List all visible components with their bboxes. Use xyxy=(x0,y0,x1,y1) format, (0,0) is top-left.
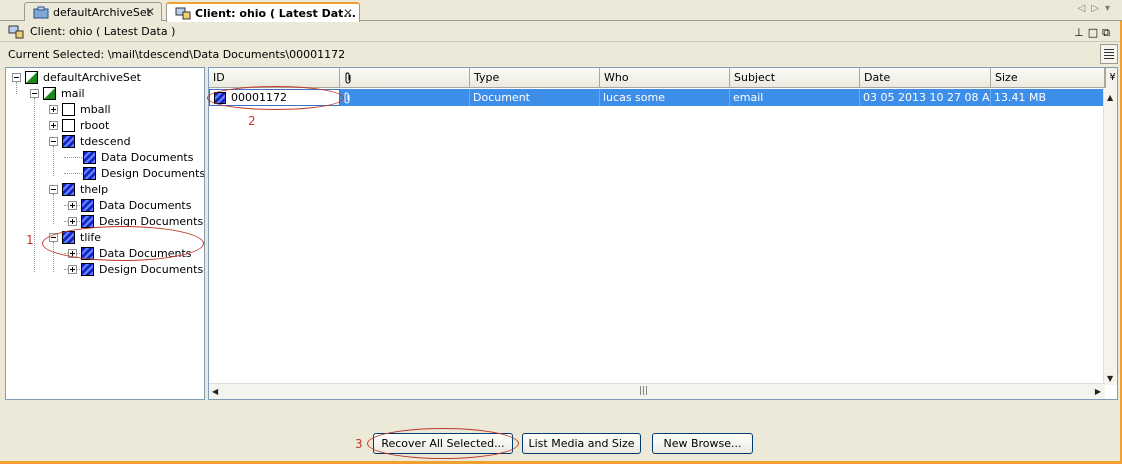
close-icon[interactable]: ✕ xyxy=(343,6,353,20)
column-header-id[interactable]: ID xyxy=(209,68,340,88)
expand-icon[interactable] xyxy=(68,200,77,210)
horizontal-scrollbar[interactable]: ◀ ||| ▶ xyxy=(209,383,1105,399)
tree-item-label: Design Documents xyxy=(99,262,204,276)
collapse-icon[interactable] xyxy=(49,184,58,194)
tree-item-label: mail xyxy=(61,86,85,100)
mail-folder-icon xyxy=(43,86,56,100)
cell-date: 03 05 2013 10 27 08 AM xyxy=(860,89,991,106)
mailbox-icon xyxy=(62,118,75,132)
collapse-icon[interactable] xyxy=(30,88,39,98)
expand-icon[interactable] xyxy=(68,264,77,274)
expand-icon[interactable] xyxy=(49,120,58,130)
chevron-right-icon[interactable]: ▷ xyxy=(1091,3,1105,14)
document-folder-icon xyxy=(83,166,96,180)
messages-table: ID Type Who Subject Date Size ¥ 00001172… xyxy=(208,67,1118,400)
tab-label: Client: ohio ( Latest Dat... xyxy=(195,6,356,20)
cell-who: lucas some xyxy=(600,89,730,106)
pin-icon[interactable]: ⊥ xyxy=(1074,26,1088,39)
menu-icon[interactable] xyxy=(1100,44,1118,64)
tree-item-default-archive-set[interactable]: defaultArchiveSet xyxy=(12,69,141,85)
tab-default-archive-set[interactable]: defaultArchiveSet ✕ xyxy=(24,2,162,21)
cell-attachment xyxy=(340,89,470,106)
tree-item-label: thelp xyxy=(80,182,109,196)
column-chooser-icon[interactable]: ¥ xyxy=(1105,68,1117,88)
window-controls: ⊥□⧉ xyxy=(1074,26,1114,40)
cell-size: 13.41 MB xyxy=(994,91,1047,104)
scroll-right-icon[interactable]: ▶ xyxy=(1095,387,1101,396)
table-header: ID Type Who Subject Date Size ¥ xyxy=(209,68,1117,88)
column-header-type[interactable]: Type xyxy=(470,68,600,88)
document-folder-icon xyxy=(81,198,94,212)
paperclip-icon xyxy=(344,71,353,84)
scroll-up-icon[interactable]: ▲ xyxy=(1107,93,1113,102)
tree-item-label: rboot xyxy=(80,118,110,132)
tab-list-icon[interactable]: ▾ xyxy=(1105,3,1116,14)
tree-item-mail[interactable]: mail xyxy=(30,85,85,101)
annotation-oval-2 xyxy=(207,86,344,110)
column-header-date[interactable]: Date xyxy=(860,68,991,88)
tab-client-ohio[interactable]: Client: ohio ( Latest Dat... ✕ xyxy=(166,2,360,22)
scroll-left-icon[interactable]: ◀ xyxy=(212,387,218,396)
annotation-number-2: 2 xyxy=(248,114,256,128)
collapse-icon[interactable] xyxy=(12,72,21,82)
tree-item-label: defaultArchiveSet xyxy=(43,70,141,84)
new-browse-button[interactable]: New Browse... xyxy=(652,433,753,454)
tree-item-tlife-design-documents[interactable]: Design Documents xyxy=(68,261,203,277)
tree-item-label: Data Documents xyxy=(101,150,194,164)
scroll-thumb-grip[interactable]: ||| xyxy=(639,386,648,396)
scroll-down-icon[interactable]: ▼ xyxy=(1107,374,1113,383)
document-folder-icon xyxy=(81,214,94,228)
annotation-number-1: 1 xyxy=(26,233,34,247)
tree-item-label: mball xyxy=(80,102,111,116)
mailbox-icon xyxy=(62,182,75,196)
collapse-icon[interactable] xyxy=(49,136,58,146)
tree-item-label: tdescend xyxy=(80,134,131,148)
annotation-number-3: 3 xyxy=(355,437,363,451)
tree-item-tdescend[interactable]: tdescend xyxy=(49,133,131,149)
mailbox-icon xyxy=(62,102,75,116)
document-folder-icon xyxy=(81,262,94,276)
annotation-oval-3 xyxy=(367,428,519,459)
restore-icon[interactable]: ⧉ xyxy=(1102,26,1114,39)
column-header-size[interactable]: Size xyxy=(991,68,1105,88)
column-header-who[interactable]: Who xyxy=(600,68,730,88)
list-media-and-size-button[interactable]: List Media and Size xyxy=(522,433,641,454)
paperclip-icon xyxy=(343,91,352,104)
current-selected-text: Current Selected: \mail\tdescend\Data Do… xyxy=(8,47,346,61)
tree-item-label: Design Documents xyxy=(101,166,205,180)
tab-navigation[interactable]: ◁▷▾ xyxy=(1078,3,1116,14)
annotation-oval-1 xyxy=(42,226,204,261)
column-header-subject[interactable]: Subject xyxy=(730,68,860,88)
close-icon[interactable]: ✕ xyxy=(145,5,155,19)
client-computer-icon xyxy=(8,25,24,39)
vertical-scrollbar[interactable]: ▲ ▼ xyxy=(1103,88,1117,385)
client-title-bar: Client: ohio ( Latest Data ) ⊥□⧉ xyxy=(0,22,1122,42)
client-computer-icon xyxy=(175,7,191,20)
tree-item-tdescend-data-documents[interactable]: Data Documents xyxy=(83,149,193,165)
tree-item-label: Data Documents xyxy=(99,198,192,212)
maximize-icon[interactable]: □ xyxy=(1088,26,1102,39)
client-title: Client: ohio ( Latest Data ) xyxy=(30,25,176,38)
tree-item-thelp[interactable]: thelp xyxy=(49,181,108,197)
cell-type: Document xyxy=(470,89,600,106)
chevron-left-icon[interactable]: ◁ xyxy=(1078,3,1092,14)
column-header-attachment[interactable] xyxy=(340,68,470,88)
expand-icon[interactable] xyxy=(68,216,77,226)
mailbox-icon xyxy=(62,134,75,148)
cell-subject: email xyxy=(730,89,860,106)
tree-item-mball[interactable]: mball xyxy=(49,101,111,117)
tab-strip: defaultArchiveSet ✕ Client: ohio ( Lates… xyxy=(0,0,1122,22)
current-selected-path: Current Selected: \mail\tdescend\Data Do… xyxy=(0,43,1122,65)
tree-item-thelp-data-documents[interactable]: Data Documents xyxy=(68,197,191,213)
tree-item-rboot[interactable]: rboot xyxy=(49,117,109,133)
archive-set-icon xyxy=(25,70,38,84)
expand-icon[interactable] xyxy=(49,104,58,114)
tree-item-tdescend-design-documents[interactable]: Design Documents xyxy=(83,165,205,181)
document-folder-icon xyxy=(83,150,96,164)
tab-label: defaultArchiveSet xyxy=(53,5,151,19)
archive-set-icon xyxy=(33,6,49,19)
